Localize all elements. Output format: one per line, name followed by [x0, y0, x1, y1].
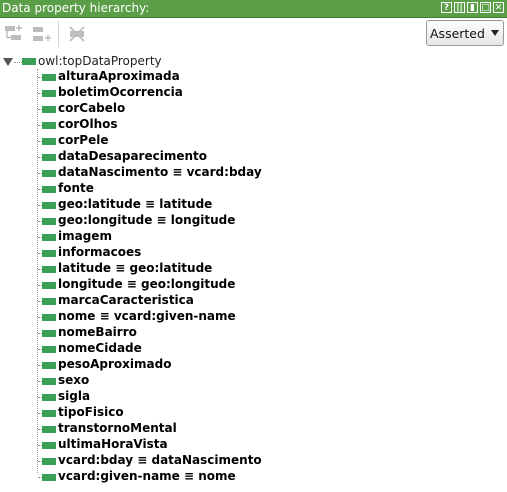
tree-root-label: owl:topDataProperty — [38, 54, 162, 68]
data-property-icon — [42, 154, 56, 161]
tree-node-label: geo:longitude ≡ longitude — [58, 213, 236, 227]
data-property-icon — [42, 250, 56, 257]
tree-node-label: corCabelo — [58, 101, 126, 115]
tree-node-label: corPele — [58, 133, 109, 147]
tree-node-label: dataNascimento ≡ vcard:bday — [58, 165, 262, 179]
data-property-icon — [42, 410, 56, 417]
tree-node-label: corOlhos — [58, 117, 118, 131]
data-property-icon — [42, 426, 56, 433]
tree-node-label: sexo — [58, 373, 90, 387]
toolbar-separator — [58, 21, 59, 47]
tree-node-label: informacoes — [58, 245, 142, 259]
data-property-icon — [42, 442, 56, 449]
data-property-icon — [42, 138, 56, 145]
data-property-icon — [42, 234, 56, 241]
data-property-icon — [42, 122, 56, 129]
tree-node-label: nomeBairro — [58, 325, 137, 339]
add-sibling-property-button[interactable] — [30, 21, 56, 47]
data-property-icon — [42, 394, 56, 401]
delete-property-button[interactable] — [64, 21, 90, 47]
data-property-icon — [42, 330, 56, 337]
data-property-icon — [42, 90, 56, 97]
tree-node-label: pesoAproximado — [58, 357, 172, 371]
tree-node-label: sigla — [58, 389, 91, 403]
maximize-icon[interactable]: □ — [480, 2, 491, 13]
data-property-icon — [22, 58, 36, 65]
data-property-icon — [42, 458, 56, 465]
data-property-icon — [42, 106, 56, 113]
pin-icon[interactable]: ▮ — [467, 2, 478, 13]
close-icon[interactable]: ✕ — [493, 2, 504, 13]
data-property-icon — [42, 74, 56, 81]
data-property-icon — [42, 378, 56, 385]
data-property-icon — [42, 314, 56, 321]
data-property-icon — [42, 218, 56, 225]
delete-property-icon — [69, 26, 85, 42]
data-property-icon — [42, 266, 56, 273]
tree-node-label: marcaCaracteristica — [58, 293, 194, 307]
property-tree: owl:topDataProperty alturaAproximada bole… — [0, 51, 507, 492]
hierarchy-mode-value: Asserted — [430, 26, 485, 41]
tree-node-label: imagem — [58, 229, 112, 243]
tree-node-label: alturaAproximada — [58, 69, 180, 83]
tree-node-label: longitude ≡ geo:longitude — [58, 277, 236, 291]
data-property-icon — [42, 474, 56, 481]
tree-node-label: nomeCidade — [58, 341, 142, 355]
tree-node-label: latitude ≡ geo:latitude — [58, 261, 213, 275]
tree-node-label: ultimaHoraVista — [58, 437, 168, 451]
data-property-icon — [42, 346, 56, 353]
split-view-icon[interactable]: || — [454, 2, 465, 13]
data-property-icon — [42, 170, 56, 177]
tree-node-label: fonte — [58, 181, 94, 195]
data-property-icon — [42, 298, 56, 305]
panel-title: Data property hierarchy: — [2, 1, 150, 15]
tree-node-label: vcard:bday ≡ dataNascimento — [58, 453, 262, 467]
tree-node-label: tipoFisico — [58, 405, 124, 419]
tree-node-label: geo:latitude ≡ latitude — [58, 197, 213, 211]
tree-node-label: vcard:given-name ≡ nome — [58, 469, 236, 483]
add-subproperty-button[interactable] — [2, 21, 28, 47]
help-icon[interactable]: ? — [441, 2, 452, 13]
tree-node-label: boletimOcorrencia — [58, 85, 183, 99]
add-subproperty-icon — [5, 25, 22, 40]
expand-triangle-icon[interactable] — [3, 58, 13, 66]
tree-node-label: transtornoMental — [58, 421, 177, 435]
data-property-icon — [42, 282, 56, 289]
panel-titlebar: Data property hierarchy: ? || ▮ □ ✕ — [0, 0, 507, 18]
data-property-icon — [42, 362, 56, 369]
tree-node-label: nome ≡ vcard:given-name — [58, 309, 236, 323]
add-sibling-property-icon — [33, 27, 51, 41]
tree-node-label: dataDesaparecimento — [58, 149, 207, 163]
data-property-icon — [42, 186, 56, 193]
window-controls: ? || ▮ □ ✕ — [441, 2, 504, 13]
chevron-down-icon — [491, 30, 499, 36]
hierarchy-mode-select[interactable]: Asserted — [426, 20, 504, 46]
data-property-icon — [42, 202, 56, 209]
